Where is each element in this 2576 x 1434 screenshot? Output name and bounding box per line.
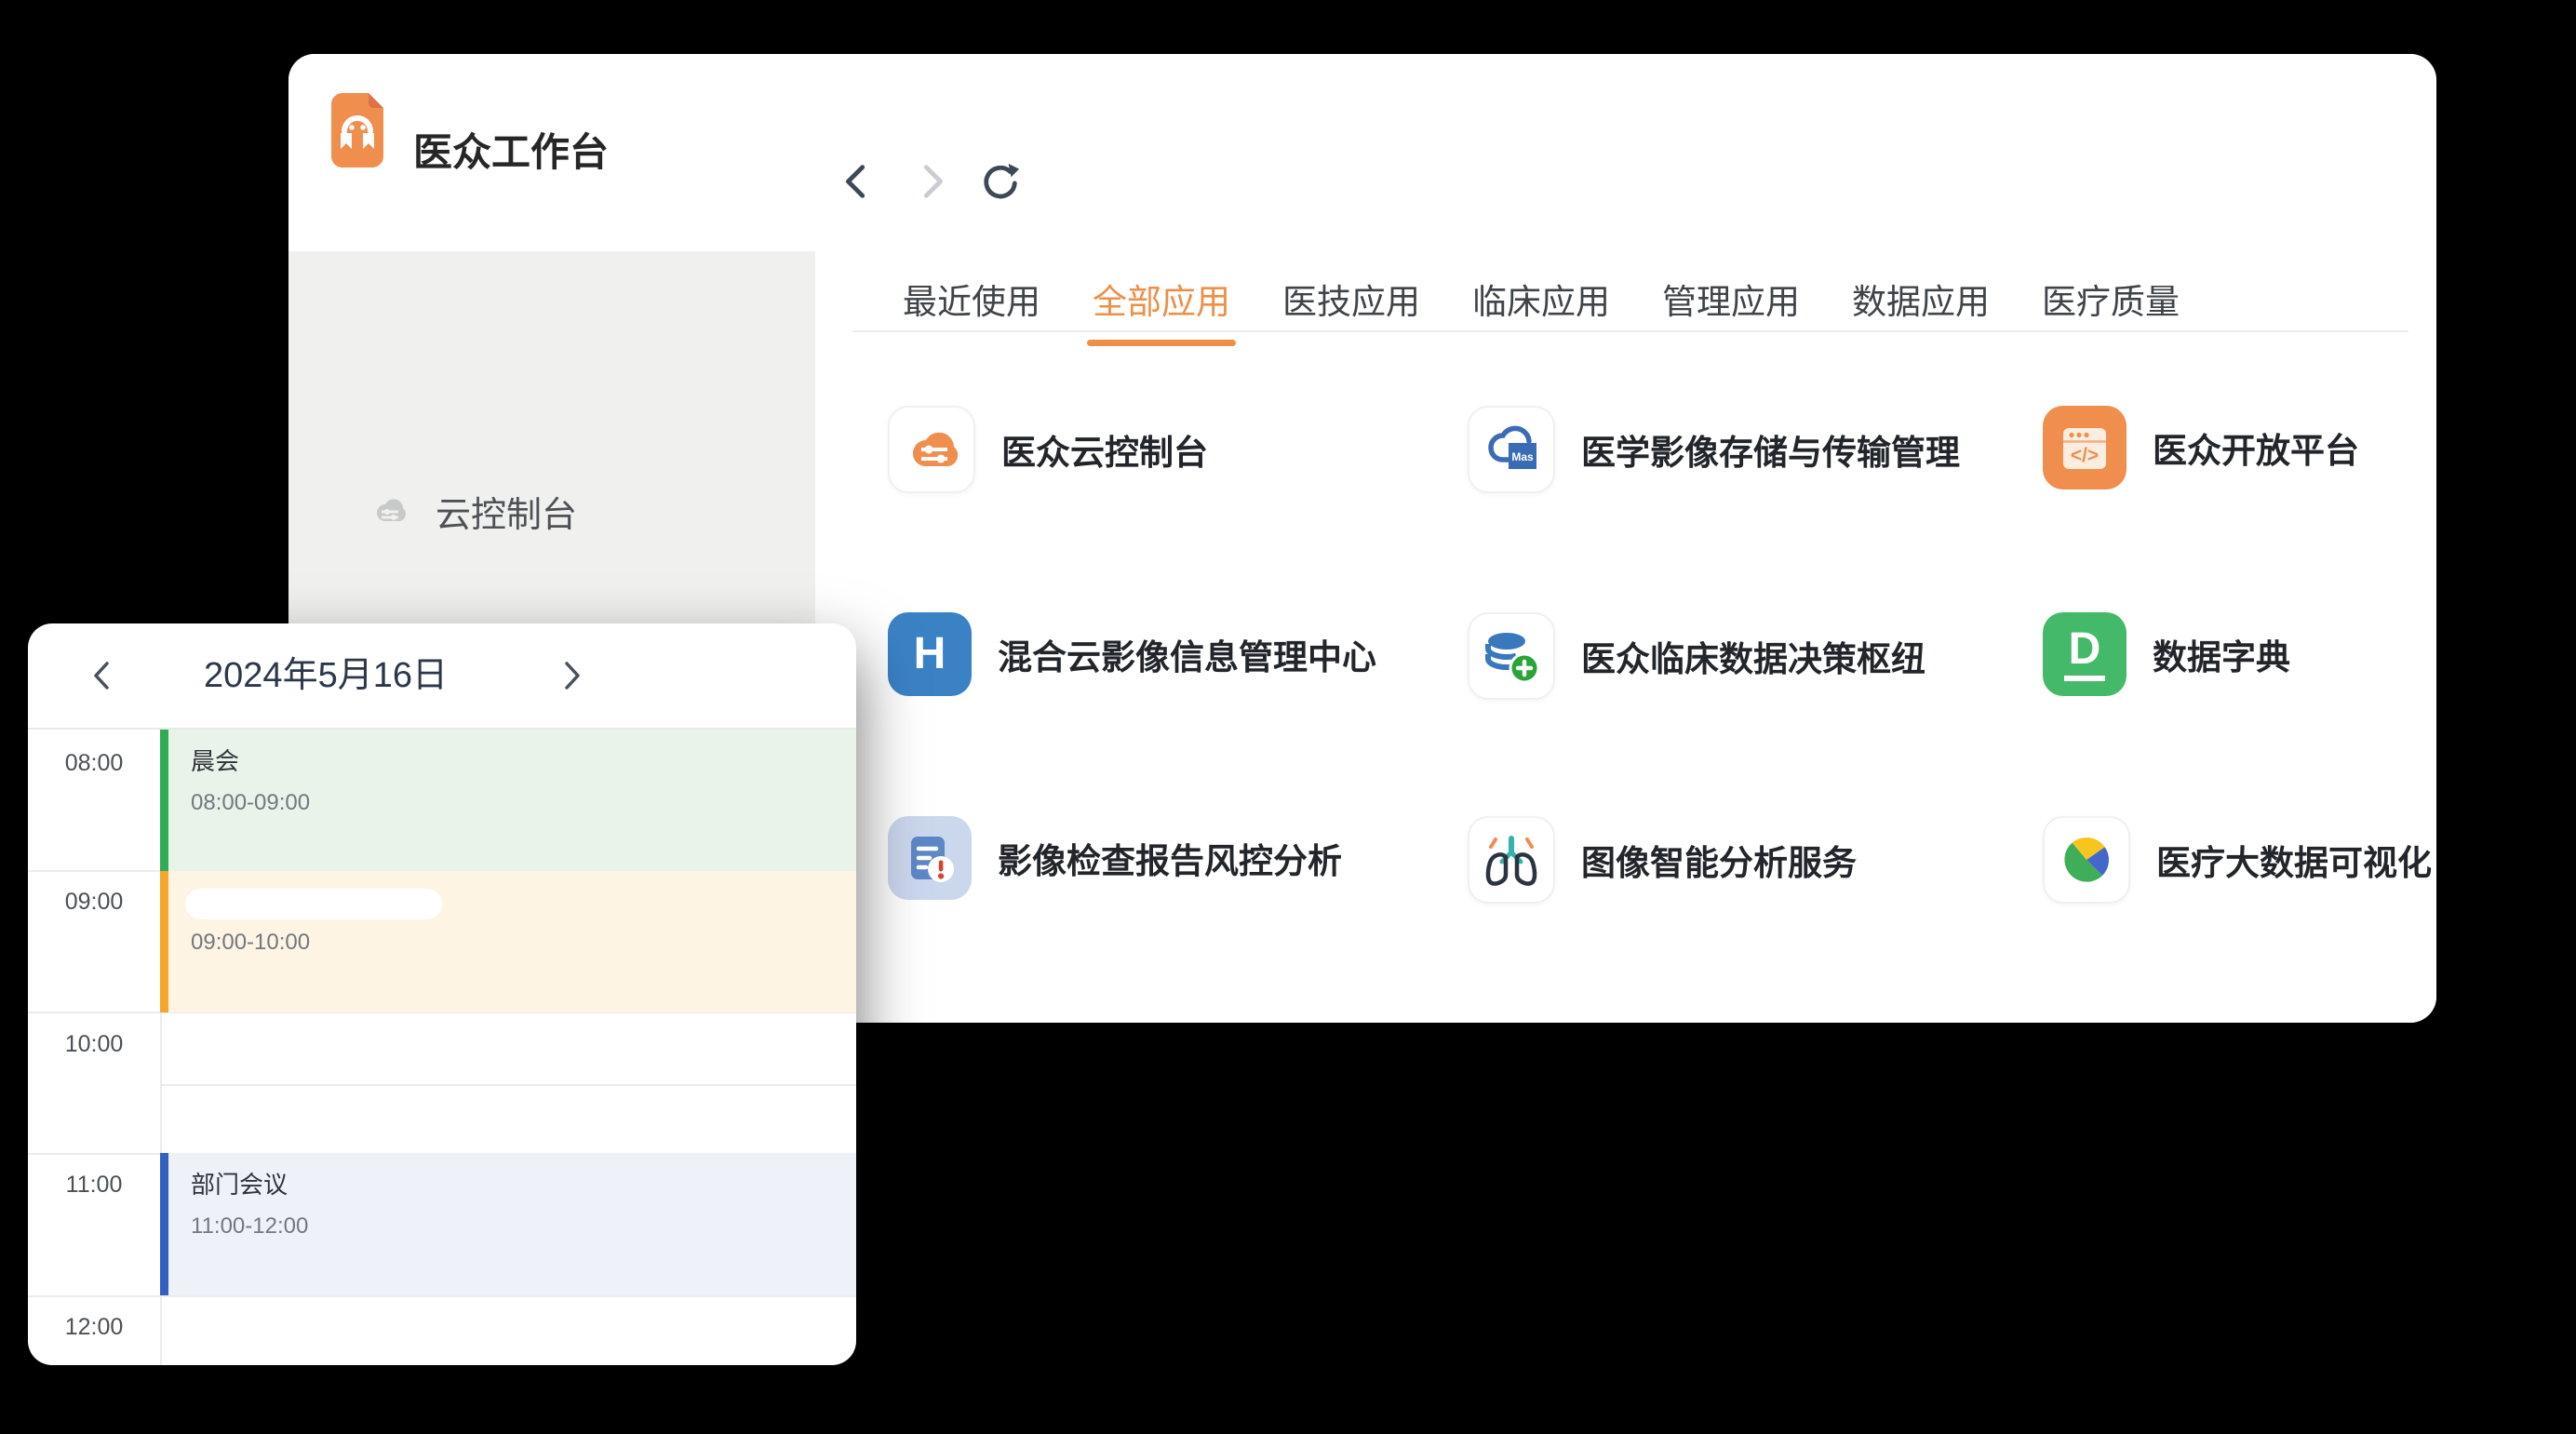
- tab-recent[interactable]: 最近使用: [901, 274, 1042, 344]
- app-cloud-console[interactable]: 医众云控制台: [888, 406, 1208, 493]
- chevron-right-icon: [910, 160, 953, 203]
- clinical-data-hub-icon: [1468, 612, 1555, 700]
- cloud-console-icon: [367, 489, 411, 533]
- open-platform-code-icon: </>: [2043, 406, 2127, 489]
- tab-medtech[interactable]: 医技应用: [1281, 274, 1422, 344]
- calendar-day-grid: 08:00 09:00 10:00 11:00 12:00 晨会 08:00-0…: [28, 728, 856, 1365]
- lung-analysis-icon: [1468, 816, 1555, 904]
- time-label: 12:00: [28, 1314, 160, 1341]
- app-content: 最近使用 全部应用 医技应用 临床应用 管理应用 数据应用 医疗质量 医众云控制…: [815, 251, 2436, 1023]
- big-data-pie-icon: [2043, 816, 2130, 904]
- hybrid-cloud-icon: H: [888, 612, 972, 696]
- app-name: 医众云控制台: [1001, 424, 1208, 475]
- event-title: 部门会议: [191, 1168, 856, 1201]
- app-bigdata-visualization[interactable]: 医疗大数据可视化: [2043, 816, 2432, 904]
- window-header: 医众工作台: [288, 54, 2436, 252]
- app-name: 影像检查报告风控分析: [998, 833, 1342, 883]
- event-time: 09:00-10:00: [191, 929, 310, 957]
- report-risk-icon: [888, 816, 972, 900]
- app-name: 医疗大数据可视化: [2156, 835, 2432, 885]
- calendar-event-department-meeting[interactable]: 部门会议 11:00-12:00: [160, 1153, 856, 1295]
- app-name: 数据字典: [2153, 629, 2290, 679]
- calendar-header: 2024年5月16日: [28, 623, 856, 728]
- data-dictionary-icon: D: [2043, 612, 2127, 696]
- calendar-panel: 2024年5月16日 08:00 09:00 10:00 11:00 12:00…: [28, 623, 856, 1365]
- tab-data[interactable]: 数据应用: [1850, 274, 1992, 344]
- time-label: 09:00: [28, 889, 160, 916]
- forward-button[interactable]: [910, 160, 953, 203]
- time-label: 11:00: [28, 1172, 160, 1199]
- code-glyph: </>: [2071, 445, 2099, 466]
- app-hybrid-cloud-center[interactable]: H 混合云影像信息管理中心: [888, 612, 1376, 696]
- time-label: 10:00: [28, 1031, 160, 1058]
- cloud-sliders-icon: [888, 406, 975, 493]
- calendar-next-day-button[interactable]: [555, 659, 588, 692]
- tabbar-divider: [852, 330, 2408, 332]
- refresh-icon: [979, 160, 1022, 203]
- app-title: 医众工作台: [413, 54, 609, 251]
- chevron-left-icon: [86, 659, 119, 692]
- app-name: 混合云影像信息管理中心: [998, 629, 1376, 679]
- tab-management[interactable]: 管理应用: [1660, 274, 1802, 344]
- app-data-dictionary[interactable]: D 数据字典: [2043, 612, 2290, 696]
- app-open-platform[interactable]: </> 医众开放平台: [2043, 406, 2359, 489]
- calendar-prev-day-button[interactable]: [86, 659, 119, 692]
- refresh-button[interactable]: [979, 160, 1022, 203]
- calendar-date-title: 2024年5月16日: [140, 623, 512, 728]
- event-time: 11:00-12:00: [191, 1213, 856, 1240]
- event-time: 08:00-09:00: [191, 789, 856, 817]
- app-image-ai-analysis[interactable]: 图像智能分析服务: [1468, 816, 1857, 904]
- hour-gridline: [28, 1295, 856, 1297]
- app-logo-icon: [331, 93, 383, 168]
- app-imaging-storage[interactable]: Mas 医学影像存储与传输管理: [1468, 406, 1960, 493]
- app-name: 医学影像存储与传输管理: [1581, 424, 1960, 475]
- letter-h: H: [914, 632, 946, 677]
- tab-clinical[interactable]: 临床应用: [1470, 274, 1612, 344]
- tab-all-apps[interactable]: 全部应用: [1091, 274, 1232, 344]
- sidebar-item-cloud-console[interactable]: 云控制台: [367, 485, 577, 537]
- mas-badge: Mas: [1511, 450, 1534, 463]
- app-name: 图像智能分析服务: [1581, 835, 1857, 885]
- chevron-left-icon: [836, 160, 879, 203]
- letter-d: D: [2064, 627, 2106, 681]
- tab-bar: 最近使用 全部应用 医技应用 临床应用 管理应用 数据应用 医疗质量: [901, 274, 2181, 344]
- chevron-right-icon: [555, 659, 588, 692]
- calendar-event-redacted[interactable]: 09:00-10:00: [160, 871, 856, 1012]
- half-hour-gridline: [162, 1084, 856, 1086]
- sidebar-item-label: 云控制台: [436, 486, 577, 537]
- cloud-archive-icon: Mas: [1468, 406, 1555, 493]
- back-button[interactable]: [836, 160, 879, 203]
- tab-quality[interactable]: 医疗质量: [2040, 274, 2181, 344]
- app-name: 医众开放平台: [2153, 422, 2359, 473]
- app-report-risk-analysis[interactable]: 影像检查报告风控分析: [888, 816, 1342, 900]
- app-clinical-data-hub[interactable]: 医众临床数据决策枢纽: [1468, 612, 1925, 700]
- redacted-title-placeholder: [185, 889, 442, 919]
- time-label: 08:00: [28, 750, 160, 777]
- calendar-event-morning-meeting[interactable]: 晨会 08:00-09:00: [160, 730, 856, 871]
- app-name: 医众临床数据决策枢纽: [1581, 631, 1925, 681]
- event-title: 晨会: [191, 744, 856, 778]
